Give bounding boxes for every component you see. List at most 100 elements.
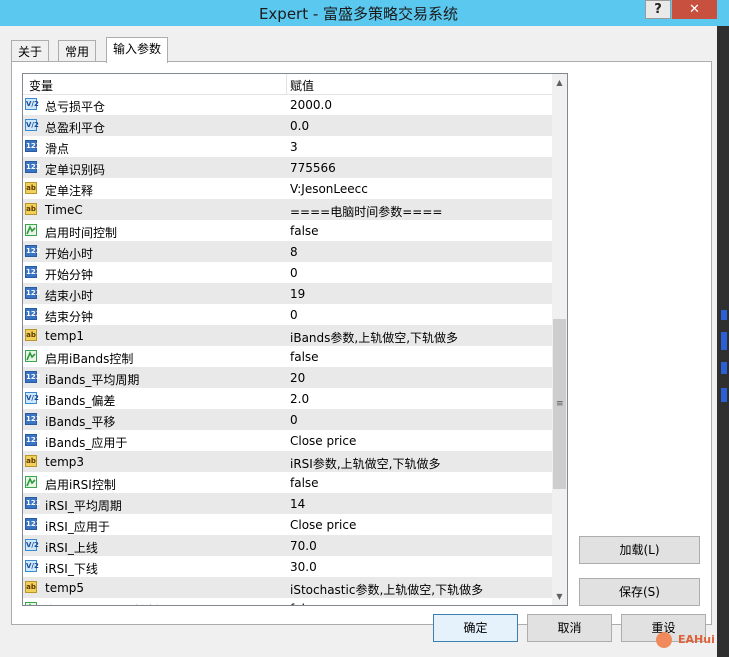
param-row[interactable]: 123 iRSI_应用于 Close price: [23, 514, 552, 535]
param-value[interactable]: false: [290, 476, 319, 490]
param-row[interactable]: V/2 总亏损平仓 2000.0: [23, 94, 552, 115]
window-title: Expert - 富盛多策略交易系统: [258, 5, 459, 23]
column-header-variable[interactable]: 变量: [29, 77, 53, 94]
inputs-grid: 变量 赋值 V/2 总亏损平仓 2000.0 V/2 总盈利平仓 0.0 123 滑点 3 123…: [22, 73, 568, 606]
param-value[interactable]: 19: [290, 287, 305, 301]
param-value[interactable]: false: [290, 350, 319, 364]
param-value[interactable]: Close price: [290, 434, 356, 448]
integer-type-icon: 123: [25, 287, 41, 299]
param-value[interactable]: 0: [290, 308, 298, 322]
bool-type-icon: [25, 602, 37, 605]
param-row[interactable]: ab TimeC ====电脑时间参数====: [23, 199, 552, 220]
param-value[interactable]: iBands参数,上轨做空,下轨做多: [290, 329, 458, 346]
tab-about[interactable]: 关于: [11, 40, 50, 61]
param-row[interactable]: 启用iRSI控制 false: [23, 472, 552, 493]
integer-type-icon: 123: [25, 434, 41, 446]
param-row[interactable]: ab temp1 iBands参数,上轨做空,下轨做多: [23, 325, 552, 346]
help-button[interactable]: ?: [645, 0, 671, 19]
load-button[interactable]: 加载(L): [579, 536, 700, 564]
param-value[interactable]: 775566: [290, 161, 336, 175]
save-button[interactable]: 保存(S): [579, 578, 700, 606]
param-value[interactable]: 2.0: [290, 392, 309, 406]
param-row[interactable]: ab temp3 iRSI参数,上轨做空,下轨做多: [23, 451, 552, 472]
param-name: iRSI_上线: [45, 541, 98, 555]
param-value[interactable]: 8: [290, 245, 298, 259]
param-name: 总亏损平仓: [45, 100, 106, 114]
param-row[interactable]: 123 开始分钟 0: [23, 262, 552, 283]
scroll-down-icon[interactable]: ▼: [552, 588, 567, 605]
param-value[interactable]: 14: [290, 497, 305, 511]
param-value[interactable]: 2000.0: [290, 98, 332, 112]
param-value[interactable]: iStochastic参数,上轨做空,下轨做多: [290, 581, 483, 598]
param-row[interactable]: 123 开始小时 8: [23, 241, 552, 262]
param-row[interactable]: 启用时间控制 false: [23, 220, 552, 241]
integer-type-icon: 123: [25, 266, 41, 278]
param-value[interactable]: 30.0: [290, 560, 317, 574]
param-name: iBands_应用于: [45, 436, 128, 450]
string-type-icon: ab: [25, 203, 37, 215]
param-name: 定单识别码: [45, 163, 106, 177]
param-row[interactable]: 启用iBands控制 false: [23, 346, 552, 367]
param-name: temp3: [45, 455, 85, 469]
param-row[interactable]: ab temp5 iStochastic参数,上轨做空,下轨做多: [23, 577, 552, 598]
param-value[interactable]: Close price: [290, 518, 356, 532]
close-button[interactable]: ✕: [672, 0, 717, 19]
param-row[interactable]: 123 iBands_应用于 Close price: [23, 430, 552, 451]
param-row[interactable]: 123 iRSI_平均周期 14: [23, 493, 552, 514]
param-value[interactable]: iRSI参数,上轨做空,下轨做多: [290, 455, 440, 472]
param-value[interactable]: V:JesonLeecc: [290, 182, 368, 196]
param-value[interactable]: 70.0: [290, 539, 317, 553]
integer-type-icon: 123: [25, 413, 41, 425]
param-value[interactable]: fal: [290, 602, 305, 605]
param-name: temp5: [45, 581, 85, 595]
double-type-icon: V/2: [25, 98, 39, 110]
tab-inputs[interactable]: 输入参数: [106, 37, 169, 63]
integer-type-icon: 123: [25, 161, 41, 173]
param-value[interactable]: ====电脑时间参数====: [290, 203, 442, 220]
scroll-up-icon[interactable]: ▲: [552, 74, 567, 91]
param-name: 定单注释: [45, 184, 94, 198]
column-header-value[interactable]: 赋值: [290, 77, 314, 94]
param-name: 启用时间控制: [45, 226, 118, 240]
param-value[interactable]: 0: [290, 413, 298, 427]
double-type-icon: V/2: [25, 560, 39, 572]
param-row[interactable]: 123 结束分钟 0: [23, 304, 552, 325]
string-type-icon: ab: [25, 329, 37, 341]
param-row[interactable]: ab 定单注释 V:JesonLeecc: [23, 178, 552, 199]
param-name: iRSI_下线: [45, 562, 98, 576]
title-bar: Expert - 富盛多策略交易系统 ? ✕: [0, 0, 729, 26]
param-row[interactable]: 123 iBands_平均周期 20: [23, 367, 552, 388]
ok-button[interactable]: 确定: [433, 614, 518, 642]
scroll-thumb[interactable]: ≡: [553, 319, 566, 489]
vertical-scrollbar[interactable]: ▲ ≡ ▼: [552, 74, 567, 605]
param-row[interactable]: 123 iBands_平移 0: [23, 409, 552, 430]
param-value[interactable]: 20: [290, 371, 305, 385]
watermark-logo: EAHui: [656, 630, 716, 652]
grid-header: 变量 赋值: [23, 74, 552, 95]
tab-common[interactable]: 常用: [58, 40, 97, 61]
integer-type-icon: 123: [25, 308, 41, 320]
string-type-icon: ab: [25, 581, 37, 593]
grip-icon: ≡: [556, 399, 564, 409]
param-name: iRSI_平均周期: [45, 499, 122, 513]
param-value[interactable]: 0: [290, 266, 298, 280]
param-row[interactable]: 123 结束小时 19: [23, 283, 552, 304]
param-name: 启用iStochastic控制: [45, 602, 158, 605]
double-type-icon: V/2: [25, 392, 39, 404]
param-name: 总盈利平仓: [45, 121, 106, 135]
param-row[interactable]: V/2 总盈利平仓 0.0: [23, 115, 552, 136]
param-name: iBands_平移: [45, 415, 116, 429]
param-row[interactable]: 123 定单识别码 775566: [23, 157, 552, 178]
param-row[interactable]: V/2 iRSI_上线 70.0: [23, 535, 552, 556]
cancel-button[interactable]: 取消: [527, 614, 612, 642]
param-value[interactable]: false: [290, 224, 319, 238]
param-name: 滑点: [45, 142, 70, 156]
param-name: iBands_偏差: [45, 394, 116, 408]
param-row[interactable]: V/2 iRSI_下线 30.0: [23, 556, 552, 577]
param-value[interactable]: 0.0: [290, 119, 309, 133]
param-value[interactable]: 3: [290, 140, 298, 154]
bool-type-icon: [25, 350, 37, 362]
param-row[interactable]: 123 滑点 3: [23, 136, 552, 157]
param-row[interactable]: 启用iStochastic控制 fal: [23, 598, 552, 605]
param-row[interactable]: V/2 iBands_偏差 2.0: [23, 388, 552, 409]
